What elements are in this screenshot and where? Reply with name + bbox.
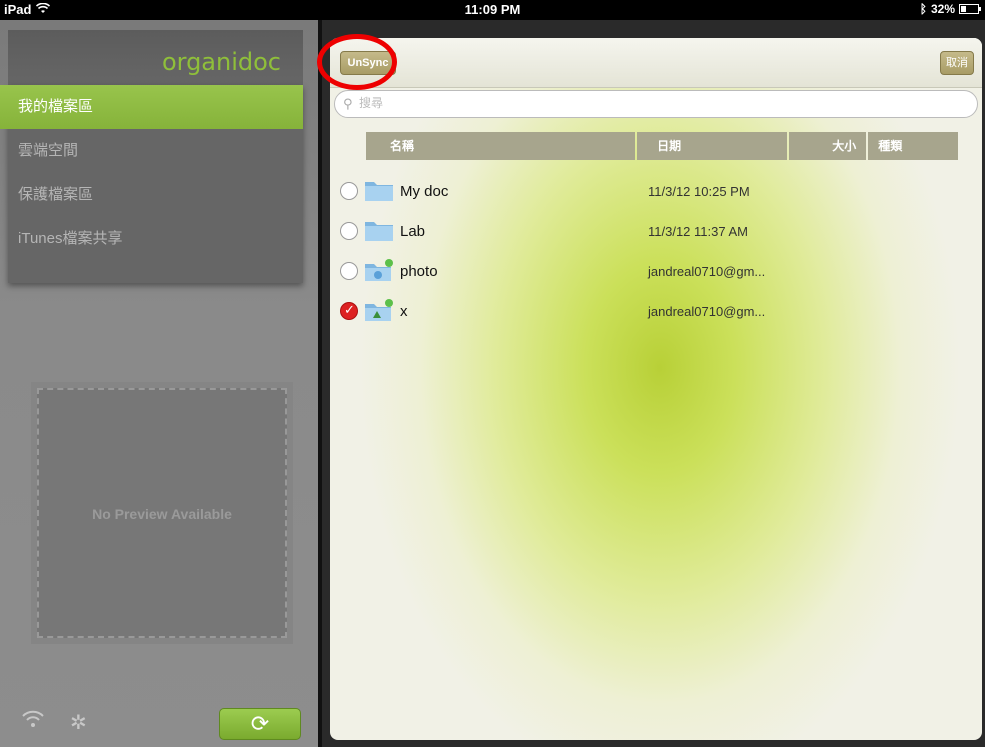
clock: 11:09 PM bbox=[464, 2, 521, 17]
file-date: jandreal0710@gm... bbox=[648, 264, 766, 279]
cancel-button[interactable]: 取消 bbox=[940, 51, 974, 75]
column-header-date[interactable]: 日期 bbox=[637, 132, 787, 160]
wifi-icon[interactable] bbox=[22, 710, 44, 735]
sidebar-item-my-files[interactable]: 我的檔案區 bbox=[0, 85, 303, 129]
select-radio[interactable] bbox=[340, 262, 358, 280]
column-header-size[interactable]: 大小 bbox=[788, 132, 867, 160]
app-logo: organidoc bbox=[161, 48, 281, 76]
file-row[interactable]: photo jandreal0710@gm... bbox=[330, 252, 982, 292]
table-header: 名稱 日期 大小 種類 bbox=[366, 132, 960, 160]
battery-fill bbox=[961, 6, 967, 12]
folder-icon bbox=[365, 222, 393, 241]
file-name: photo bbox=[400, 263, 438, 280]
file-browser: UnSync 取消 ⚲ 名稱 日期 大小 種類 My doc 11/3/12 1… bbox=[330, 38, 982, 740]
sync-button[interactable]: ⟳ bbox=[219, 708, 301, 740]
right-panel: UnSync 取消 ⚲ 名稱 日期 大小 種類 My doc 11/3/12 1… bbox=[317, 20, 985, 747]
refresh-icon: ⟳ bbox=[250, 711, 270, 736]
search-icon: ⚲ bbox=[343, 96, 353, 111]
annotation-circle bbox=[317, 34, 397, 90]
file-row[interactable]: x jandreal0710@gm... bbox=[330, 292, 982, 332]
folder-icon bbox=[365, 182, 393, 201]
select-radio-checked[interactable] bbox=[340, 302, 358, 320]
sidebar-menu: 我的檔案區 雲端空間 保護檔案區 iTunes檔案共享 bbox=[0, 85, 303, 283]
sidebar-item-itunes-sharing[interactable]: iTunes檔案共享 bbox=[8, 217, 303, 261]
gear-icon[interactable]: ✲ bbox=[70, 710, 87, 735]
file-date: 11/3/12 10:25 PM bbox=[648, 184, 750, 199]
toolbar: UnSync 取消 bbox=[330, 38, 982, 88]
left-panel: organidoc 我的檔案區 雲端空間 保護檔案區 iTunes檔案共享 No… bbox=[0, 20, 318, 747]
status-bar: iPad 11:09 PM ᛒ 32% bbox=[0, 0, 985, 20]
file-name: Lab bbox=[400, 223, 426, 240]
search-input[interactable] bbox=[359, 96, 959, 110]
sidebar-item-protected-files[interactable]: 保護檔案區 bbox=[8, 173, 303, 217]
search-bar[interactable]: ⚲ bbox=[334, 90, 978, 118]
battery-icon bbox=[959, 4, 981, 14]
file-row[interactable]: My doc 11/3/12 10:25 PM bbox=[330, 172, 982, 212]
file-date: 11/3/12 11:37 AM bbox=[648, 224, 748, 239]
file-list: My doc 11/3/12 10:25 PM Lab 11/3/12 11:3… bbox=[330, 172, 982, 332]
preview-pane: No Preview Available bbox=[31, 382, 293, 644]
battery-percent: 32% bbox=[930, 2, 955, 16]
file-row[interactable]: Lab 11/3/12 11:37 AM bbox=[330, 212, 982, 252]
cloud-folder-icon bbox=[365, 299, 393, 321]
file-name: My doc bbox=[400, 183, 449, 200]
select-radio[interactable] bbox=[340, 182, 358, 200]
sidebar-item-cloud-space[interactable]: 雲端空間 bbox=[8, 129, 303, 173]
bluetooth-icon: ᛒ bbox=[919, 2, 927, 16]
cloud-folder-icon bbox=[365, 259, 393, 281]
file-name: x bbox=[400, 303, 408, 320]
preview-placeholder-text: No Preview Available bbox=[92, 506, 232, 522]
column-header-name[interactable]: 名稱 bbox=[366, 132, 636, 160]
select-radio[interactable] bbox=[340, 222, 358, 240]
column-header-type[interactable]: 種類 bbox=[868, 132, 958, 160]
file-date: jandreal0710@gm... bbox=[648, 304, 766, 319]
